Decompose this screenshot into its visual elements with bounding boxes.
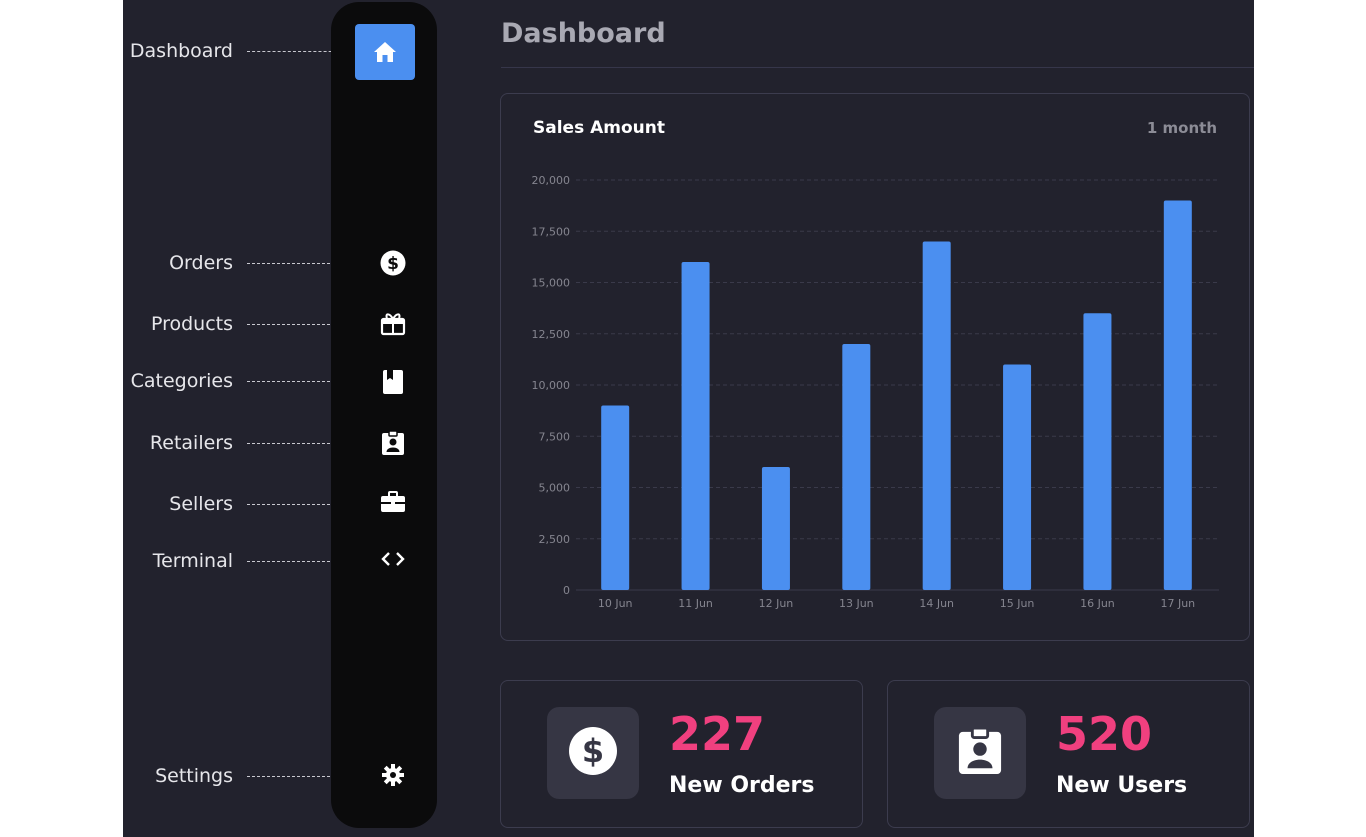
y-tick-label: 20,000 <box>532 174 571 187</box>
stat-label: New Users <box>1056 773 1188 798</box>
chart-bar[interactable] <box>922 241 951 591</box>
chart-title: Sales Amount <box>533 118 665 138</box>
y-tick-label: 15,000 <box>532 277 571 290</box>
sidebar-item-orders[interactable]: $ <box>363 235 423 291</box>
annotation-products: Products <box>123 313 363 335</box>
y-tick-label: 5,000 <box>539 482 571 495</box>
stat-card-users: 520 New Users <box>887 680 1250 828</box>
stat-icon-box <box>934 707 1026 799</box>
annotation-orders: Orders <box>123 252 363 274</box>
id-badge-icon <box>957 726 1003 780</box>
sales-chart-card: 0 2,500 5,000 7,500 10,000 12,500 15,000 17,500… <box>500 93 1250 641</box>
chart-bar[interactable] <box>1163 200 1192 591</box>
y-tick-label: 17,500 <box>532 225 571 238</box>
x-tick-label: 15 Jun <box>1000 597 1035 610</box>
x-tick-label: 12 Jun <box>759 597 794 610</box>
x-tick-label: 10 Jun <box>598 597 633 610</box>
app-frame: Dashboard Orders Products Categories Ret… <box>123 0 1254 837</box>
x-tick-label: 13 Jun <box>839 597 874 610</box>
annotation-label: Terminal <box>152 550 233 572</box>
svg-text:$: $ <box>387 254 399 274</box>
y-tick-label: 2,500 <box>539 533 571 546</box>
sidebar-item-terminal[interactable] <box>363 531 423 587</box>
page-title: Dashboard <box>501 18 666 49</box>
annotation-label: Products <box>150 313 233 335</box>
dollar-icon: $ <box>380 250 406 276</box>
stat-value: 520 <box>1056 707 1153 761</box>
x-tick-label: 14 Jun <box>919 597 954 610</box>
annotation-sellers: Sellers <box>123 493 363 515</box>
y-tick-label: 12,500 <box>532 328 571 341</box>
sidebar-item-retailers[interactable] <box>363 415 423 471</box>
gear-icon <box>382 764 404 786</box>
x-tick-label: 11 Jun <box>678 597 713 610</box>
annotation-label: Sellers <box>169 493 233 515</box>
chart-bar[interactable] <box>601 405 630 591</box>
code-icon <box>381 551 405 567</box>
annotation-label: Orders <box>169 252 233 274</box>
svg-text:$: $ <box>582 732 604 770</box>
y-tick-label: 7,500 <box>539 430 571 443</box>
annotation-label: Settings <box>155 765 233 787</box>
header-divider <box>501 67 1254 68</box>
sidebar-item-sellers[interactable] <box>363 474 423 530</box>
chart-bar[interactable] <box>1083 313 1112 590</box>
chart-bar[interactable] <box>681 262 710 590</box>
chart-bar[interactable] <box>1003 364 1032 591</box>
sidebar-item-categories[interactable] <box>363 354 423 410</box>
annotation-label: Retailers <box>149 432 233 454</box>
bookmark-book-icon <box>382 369 404 395</box>
sidebar-item-products[interactable] <box>363 296 423 352</box>
annotation-settings: Settings <box>123 765 363 787</box>
stat-value: 227 <box>669 707 766 761</box>
sidebar: $ <box>331 2 437 828</box>
annotation-retailers: Retailers <box>123 432 363 454</box>
annotation-label: Categories <box>130 370 233 392</box>
y-tick-label: 10,000 <box>532 379 571 392</box>
dollar-icon: $ <box>568 726 618 780</box>
stat-card-orders: $ 227 New Orders <box>500 680 863 828</box>
annotation-dashboard: Dashboard <box>123 40 355 62</box>
annotation-terminal: Terminal <box>123 550 363 572</box>
annotation-label: Dashboard <box>129 40 233 62</box>
briefcase-icon <box>380 490 406 514</box>
sidebar-item-settings[interactable] <box>363 747 423 803</box>
chart-range-selector[interactable]: 1 month <box>1147 119 1217 137</box>
chart-bar[interactable] <box>761 467 790 590</box>
id-badge-icon <box>381 430 405 456</box>
gift-icon <box>380 312 406 336</box>
annotation-categories: Categories <box>123 370 363 392</box>
sales-bar-chart: 0 2,500 5,000 7,500 10,000 12,500 15,000 17,500… <box>532 174 1219 610</box>
x-tick-label: 17 Jun <box>1160 597 1195 610</box>
chart-bar[interactable] <box>842 344 871 590</box>
stat-label: New Orders <box>669 773 815 798</box>
y-tick-label: 0 <box>563 584 570 597</box>
x-tick-label: 16 Jun <box>1080 597 1115 610</box>
home-icon <box>373 41 397 63</box>
sidebar-item-dashboard[interactable] <box>355 24 415 80</box>
stat-icon-box: $ <box>547 707 639 799</box>
